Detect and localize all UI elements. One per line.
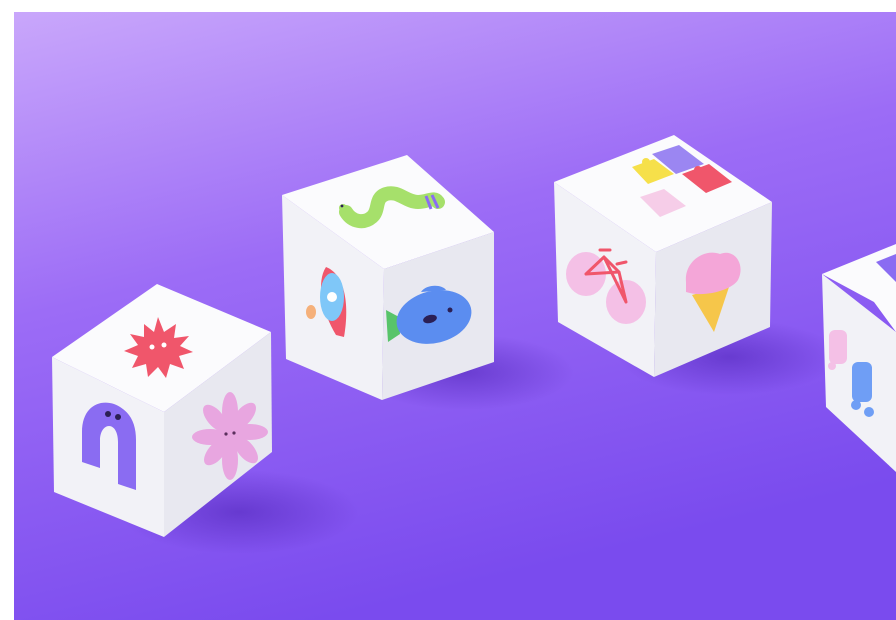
photo-frame — [14, 12, 896, 620]
toy-cubes-scene — [14, 12, 896, 620]
